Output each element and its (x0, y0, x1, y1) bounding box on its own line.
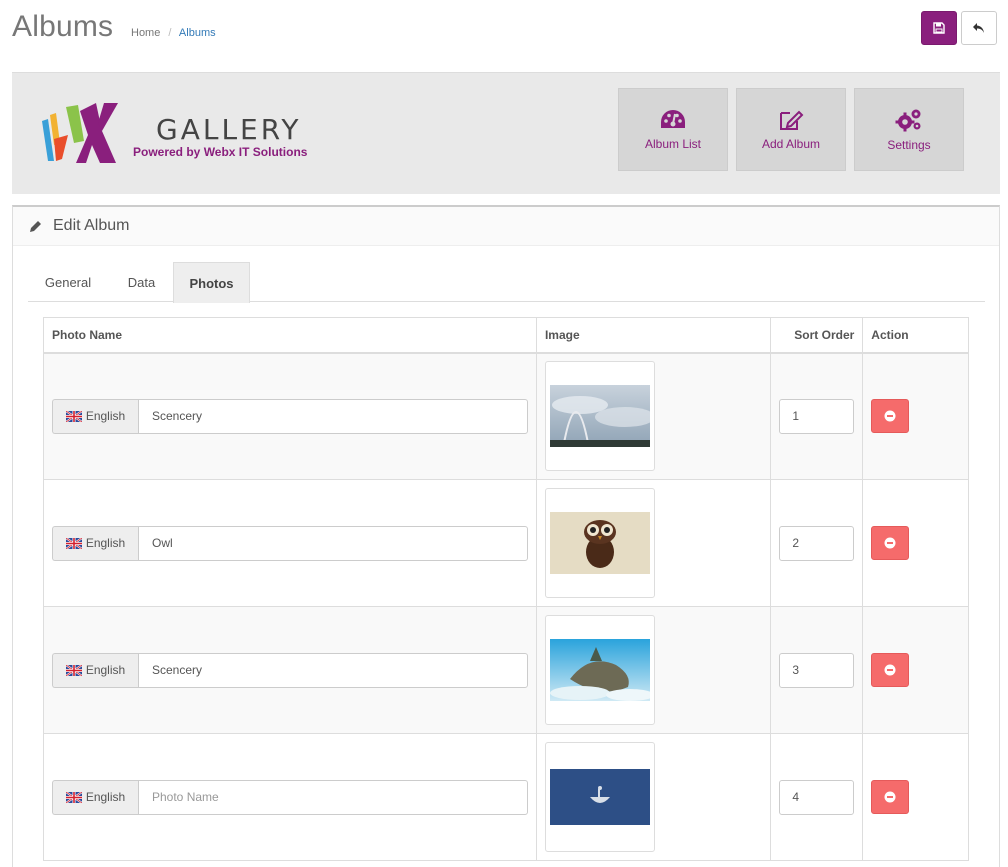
minus-circle-icon (884, 791, 896, 803)
language-label: English (85, 536, 126, 550)
breadcrumb-current[interactable]: Albums (179, 27, 216, 39)
photo-name-input[interactable] (138, 525, 528, 561)
remove-photo-button[interactable] (871, 526, 910, 560)
sort-order-input[interactable] (779, 398, 855, 434)
edit-album-panel: Edit Album General Data Photos Photo Nam… (12, 205, 1000, 867)
tab-data[interactable]: Data (114, 262, 169, 302)
language-label: English (85, 409, 126, 424)
gallery-banner: GALLERY Powered by Webx IT Solutions Alb… (12, 72, 1000, 194)
breadcrumb: Home / Albums (131, 27, 216, 39)
gallery-logo: GALLERY Powered by Webx IT Solutions (40, 101, 320, 167)
gallery-logo-mark (42, 103, 118, 163)
sort-order-input[interactable] (779, 652, 855, 688)
header-photo-name: Photo Name (43, 317, 537, 354)
gears-icon (895, 109, 921, 131)
photo-name-group: English (52, 652, 528, 688)
photo-name-group: English (52, 779, 528, 815)
table-row: English (43, 479, 969, 607)
sort-order-input[interactable] (779, 779, 855, 815)
album-list-button[interactable]: Album List (618, 88, 728, 171)
reply-icon (973, 23, 984, 33)
dashboard-icon (661, 109, 685, 128)
table-header-row: Photo Name Image Sort Order Action (43, 317, 969, 354)
save-button[interactable] (921, 11, 957, 45)
tabs: General Data Photos (28, 262, 985, 303)
remove-photo-button[interactable] (871, 399, 910, 434)
photo-thumbnail[interactable] (544, 488, 655, 598)
language-addon: English (52, 525, 138, 561)
uk-flag-icon (65, 537, 82, 549)
page-title: Albums (12, 10, 114, 43)
page-header: Albums Home / Albums (0, 0, 1008, 62)
table-row: English (43, 733, 969, 861)
uk-flag-icon (65, 664, 82, 676)
tab-general[interactable]: General (29, 262, 107, 302)
pencil-icon (30, 220, 41, 232)
header-image: Image (535, 317, 772, 354)
language-label: English (85, 663, 126, 677)
edit-icon (780, 110, 804, 130)
language-label: English (85, 790, 126, 804)
table-row: English (43, 606, 969, 734)
floating-island-image (549, 639, 650, 701)
photo-name-input[interactable] (138, 398, 528, 434)
photo-name-group: English (52, 525, 528, 561)
photo-thumbnail[interactable] (544, 742, 655, 852)
uk-flag-icon (65, 791, 82, 803)
language-addon: English (52, 779, 138, 815)
photo-thumbnail[interactable] (544, 361, 655, 472)
gallery-logo-subtitle: Powered by Webx IT Solutions (133, 145, 308, 159)
photo-name-input[interactable] (138, 779, 528, 815)
blue-bowl-image (549, 769, 650, 825)
tab-photos[interactable]: Photos (173, 262, 250, 303)
settings-button[interactable]: Settings (854, 88, 964, 171)
photo-thumbnail[interactable] (544, 615, 655, 725)
photos-table: Photo Name Image Sort Order Action Engli… (43, 317, 969, 861)
album-list-label: Album List (644, 136, 702, 151)
table-row: English (43, 352, 969, 480)
photo-name-group: English (52, 398, 528, 434)
header-action: Action (862, 317, 969, 354)
breadcrumb-home[interactable]: Home (131, 27, 160, 39)
add-album-label: Add Album (761, 136, 821, 151)
photo-name-input[interactable] (138, 652, 528, 688)
minus-circle-icon (884, 664, 896, 676)
minus-circle-icon (884, 537, 896, 549)
minus-circle-icon (884, 410, 896, 422)
owl-image (549, 512, 650, 574)
sort-order-input[interactable] (779, 525, 855, 561)
gallery-logo-text: GALLERY (156, 113, 302, 146)
panel-heading: Edit Album (13, 207, 999, 246)
language-addon: English (52, 398, 138, 434)
uk-flag-icon (65, 410, 82, 422)
arch-sky-image (549, 385, 650, 448)
back-button[interactable] (961, 11, 997, 45)
remove-photo-button[interactable] (871, 780, 910, 814)
panel-title: Edit Album (53, 217, 130, 234)
add-album-button[interactable]: Add Album (736, 88, 846, 171)
settings-label: Settings (887, 137, 931, 152)
header-sort-order: Sort Order (770, 317, 864, 354)
remove-photo-button[interactable] (871, 653, 910, 687)
breadcrumb-separator: / (168, 27, 172, 39)
language-addon: English (52, 652, 138, 688)
save-icon (933, 22, 945, 34)
